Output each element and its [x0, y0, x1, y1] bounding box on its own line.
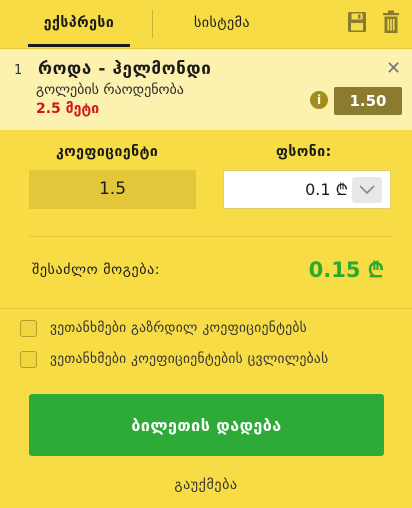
accept-change-label[interactable]: ვეთანხმები კოეფიციენტების ცვლილებას — [50, 351, 328, 367]
close-icon[interactable]: ✕ — [386, 58, 401, 79]
selection-name: 2.5 მეტი — [36, 101, 100, 117]
section-divider — [29, 236, 391, 237]
stake-value[interactable]: 0.1 ₾ — [224, 171, 348, 208]
tab-separator — [152, 10, 153, 38]
odds-badge: 1.50 — [334, 87, 402, 115]
place-bet-button[interactable]: ბილეთის დადება — [29, 394, 384, 456]
stake-input[interactable]: 0.1 ₾ — [223, 170, 391, 209]
tab-express[interactable]: ექსპრესი — [28, 0, 130, 47]
accept-change-checkbox[interactable] — [20, 351, 37, 368]
section-divider — [0, 308, 412, 309]
coefficient-label: კოეფიციენტი — [56, 144, 159, 160]
save-icon[interactable] — [347, 11, 367, 33]
possible-win-value: 0.15 ₾ — [308, 258, 384, 282]
chevron-down-icon — [359, 185, 375, 195]
market-name: გოლების რაოდენობა — [36, 82, 184, 98]
cancel-link[interactable]: გაუქმება — [0, 477, 412, 493]
stake-label: ფსონი: — [276, 144, 332, 160]
trash-icon[interactable] — [381, 10, 401, 34]
coefficient-field: 1.5 — [29, 170, 196, 209]
bet-index: 1 — [14, 63, 23, 78]
betslip-tabs: ექსპრესი სისტემა — [0, 0, 412, 48]
match-title: როდა - ჰელმონდი — [38, 59, 212, 79]
accept-increase-label[interactable]: ვეთანხმები გაზრდილ კოეფიციენტებს — [50, 320, 307, 336]
info-icon[interactable]: i — [310, 91, 328, 109]
bet-card: 1 როდა - ჰელმონდი ✕ გოლების რაოდენობა 2.… — [0, 49, 412, 130]
accept-increase-checkbox[interactable] — [20, 320, 37, 337]
stake-dropdown-button[interactable] — [352, 177, 382, 203]
possible-win-label: შესაძლო მოგება: — [32, 262, 161, 278]
tab-system[interactable]: სისტემა — [172, 0, 272, 46]
